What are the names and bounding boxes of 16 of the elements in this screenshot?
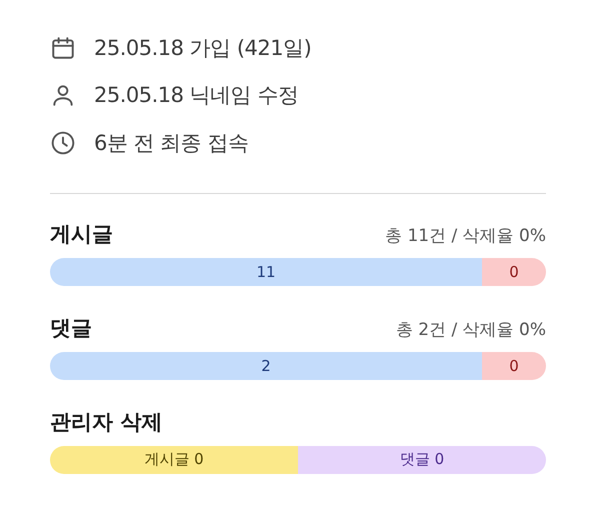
info-text: 25.05.18 가입 (421일) xyxy=(94,34,312,62)
posts-bar-segment: 게시글 0 xyxy=(50,446,298,474)
clock-icon xyxy=(50,130,76,156)
summary-text: 총 2건 / 삭제율 0% xyxy=(396,318,546,340)
info-text: 6분 전 최종 접속 xyxy=(94,130,248,157)
section-title: 댓글 xyxy=(50,314,92,342)
count-bar-segment: 11 xyxy=(50,258,482,286)
deleted-bar-segment: 0 xyxy=(482,352,546,380)
deleted-bar-segment: 0 xyxy=(482,258,546,286)
comments-bar-segment: 댓글 0 xyxy=(298,446,546,474)
info-text: 25.05.18 닉네임 수정 xyxy=(94,82,298,110)
summary-text: 총 11건 / 삭제율 0% xyxy=(385,224,546,246)
section-title: 게시글 xyxy=(50,220,113,248)
section-title: 관리자 삭제 xyxy=(50,408,162,436)
count-bar-segment: 2 xyxy=(50,352,482,380)
calendar-icon xyxy=(50,34,76,61)
